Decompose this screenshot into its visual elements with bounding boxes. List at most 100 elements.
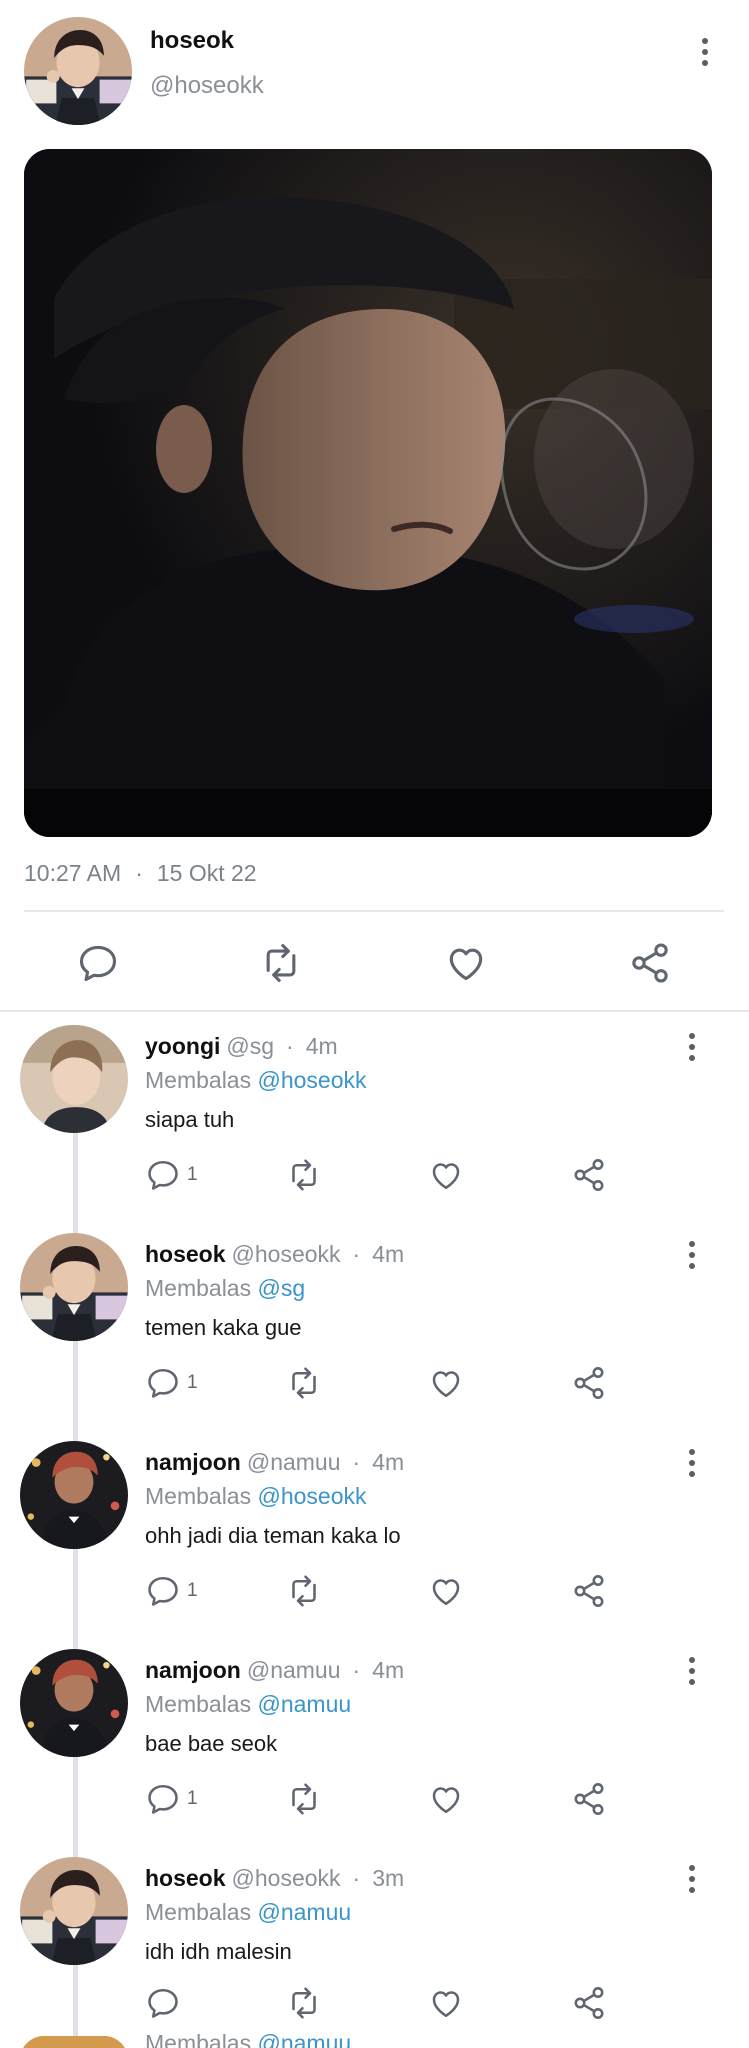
mention-link[interactable]: @hoseokk xyxy=(258,1067,367,1093)
retweet-button[interactable] xyxy=(286,1157,322,1193)
reply-button[interactable]: 1 xyxy=(145,1573,198,1609)
replying-label: Membalas xyxy=(145,1275,252,1301)
reply-button[interactable] xyxy=(76,941,120,985)
like-button[interactable] xyxy=(428,1365,464,1401)
retweet-icon xyxy=(286,1985,322,2021)
post-action-bar xyxy=(0,935,749,993)
share-button[interactable] xyxy=(571,1157,607,1193)
reply-item[interactable]: namjoon @namuu · 4m Membalas @hoseokk oh… xyxy=(0,1441,749,1649)
author-handle[interactable]: @hoseokk xyxy=(150,72,264,100)
author-avatar[interactable] xyxy=(24,17,132,125)
mention-link[interactable]: @namuu xyxy=(258,2030,352,2048)
replying-to: Membalas @namuu xyxy=(145,1691,351,1718)
like-button[interactable] xyxy=(428,1157,464,1193)
reply-author-handle[interactable]: @namuu xyxy=(247,1449,341,1476)
retweet-button[interactable] xyxy=(286,1573,322,1609)
reply-avatar[interactable] xyxy=(20,1441,128,1549)
reply-author-name[interactable]: namjoon xyxy=(145,1657,241,1684)
reply-header: namjoon @namuu · 4m xyxy=(145,1449,404,1476)
like-button[interactable] xyxy=(428,1573,464,1609)
reply-button[interactable]: 1 xyxy=(145,1365,198,1401)
reply-avatar[interactable] xyxy=(20,1025,128,1133)
share-icon xyxy=(628,941,672,985)
replying-label: Membalas xyxy=(145,1691,252,1717)
reply-author-name[interactable]: hoseok xyxy=(145,1865,226,1892)
more-options-icon[interactable] xyxy=(682,1657,702,1685)
section-divider xyxy=(0,1010,749,1012)
reply-button[interactable] xyxy=(145,1985,187,2021)
separator: · xyxy=(352,1241,361,1267)
retweet-icon xyxy=(286,1157,322,1193)
reply-action-bar: 1 xyxy=(0,1153,749,1197)
share-button[interactable] xyxy=(571,1781,607,1817)
more-options-icon[interactable] xyxy=(682,1449,702,1477)
mention-link[interactable]: @hoseokk xyxy=(258,1483,367,1509)
reply-author-name[interactable]: namjoon xyxy=(145,1449,241,1476)
share-icon xyxy=(571,1781,607,1817)
more-options-icon[interactable] xyxy=(695,38,715,66)
reply-header: namjoon @namuu · 4m xyxy=(145,1657,404,1684)
retweet-button[interactable] xyxy=(286,1985,322,2021)
reply-author-handle[interactable]: @hoseokk xyxy=(232,1241,341,1268)
replying-to: Membalas @sg xyxy=(145,1275,305,1302)
replying-label: Membalas xyxy=(145,2030,252,2048)
share-icon xyxy=(571,1365,607,1401)
reply-author-handle[interactable]: @hoseokk xyxy=(232,1865,341,1892)
post-date: 15 Okt 22 xyxy=(156,860,257,886)
mention-link[interactable]: @namuu xyxy=(258,1691,352,1717)
reply-avatar[interactable] xyxy=(20,1857,128,1965)
post-photo[interactable] xyxy=(24,149,712,837)
heart-icon xyxy=(428,1157,464,1193)
mention-link[interactable]: @sg xyxy=(258,1275,306,1301)
reply-count: 1 xyxy=(187,1164,198,1185)
replying-to: Membalas @namuu xyxy=(145,1899,351,1926)
share-button[interactable] xyxy=(628,941,672,985)
reply-time: 4m xyxy=(372,1241,405,1267)
reply-text: bae bae seok xyxy=(145,1731,278,1756)
separator: · xyxy=(352,1865,361,1891)
reply-button[interactable]: 1 xyxy=(145,1781,198,1817)
post-time: 10:27 AM xyxy=(24,860,122,886)
reply-author-handle[interactable]: @namuu xyxy=(247,1657,341,1684)
reply-text: siapa tuh xyxy=(145,1107,235,1132)
share-button[interactable] xyxy=(571,1573,607,1609)
heart-icon xyxy=(428,1365,464,1401)
speech-bubble-icon xyxy=(76,941,120,985)
retweet-icon xyxy=(286,1781,322,1817)
replying-label: Membalas xyxy=(145,1899,252,1925)
reply-time: 3m xyxy=(372,1865,405,1891)
like-button[interactable] xyxy=(428,1985,464,2021)
reply-author-handle[interactable]: @sg xyxy=(226,1033,274,1060)
reply-item[interactable]: hoseok @hoseokk · 4m Membalas @sg temen … xyxy=(0,1233,749,1441)
reply-author-name[interactable]: yoongi xyxy=(145,1033,220,1060)
reply-item[interactable]: namjoon @namuu · 4m Membalas @namuu bae … xyxy=(0,1649,749,1857)
mention-link[interactable]: @namuu xyxy=(258,1899,352,1925)
like-button[interactable] xyxy=(428,1781,464,1817)
divider xyxy=(24,910,724,912)
retweet-icon xyxy=(286,1573,322,1609)
reply-button[interactable]: 1 xyxy=(145,1157,198,1193)
share-button[interactable] xyxy=(571,1365,607,1401)
reply-avatar-partial[interactable] xyxy=(20,2036,128,2048)
retweet-button[interactable] xyxy=(286,1365,322,1401)
retweet-button[interactable] xyxy=(286,1781,322,1817)
like-button[interactable] xyxy=(444,941,488,985)
reply-text: temen kaka gue xyxy=(145,1315,302,1340)
reply-avatar[interactable] xyxy=(20,1233,128,1341)
reply-author-name[interactable]: hoseok xyxy=(145,1241,226,1268)
more-options-icon[interactable] xyxy=(682,1241,702,1269)
author-name[interactable]: hoseok xyxy=(150,27,234,55)
reply-item[interactable]: yoongi @sg · 4m Membalas @hoseokk siapa … xyxy=(0,1025,749,1233)
share-button[interactable] xyxy=(571,1985,607,2021)
reply-item[interactable]: hoseok @hoseokk · 3m Membalas @namuu idh… xyxy=(0,1857,749,2048)
reply-header: hoseok @hoseokk · 4m xyxy=(145,1241,404,1268)
reply-text: idh idh malesin xyxy=(145,1939,292,1964)
more-options-icon[interactable] xyxy=(682,1865,702,1893)
more-options-icon[interactable] xyxy=(682,1033,702,1061)
speech-bubble-icon xyxy=(145,1157,181,1193)
replying-to: Membalas @hoseokk xyxy=(145,1483,367,1510)
reply-time: 4m xyxy=(372,1657,405,1683)
reply-avatar[interactable] xyxy=(20,1649,128,1757)
retweet-button[interactable] xyxy=(259,941,303,985)
share-icon xyxy=(571,1157,607,1193)
